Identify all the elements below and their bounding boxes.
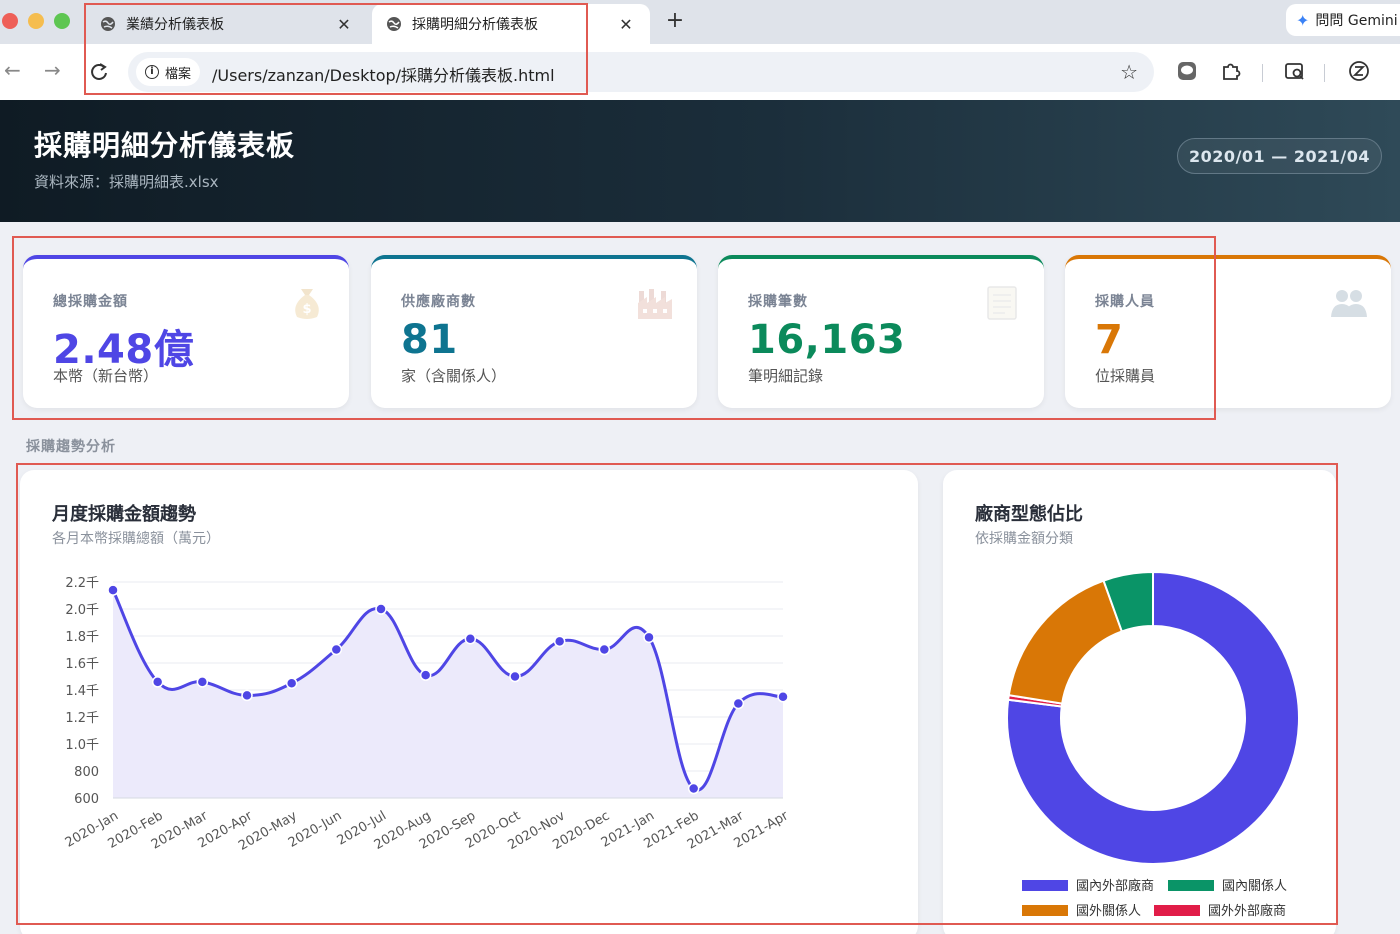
data-point[interactable] bbox=[285, 677, 298, 689]
profile-extension-icon[interactable] bbox=[1348, 60, 1370, 82]
kpi-label: 採購筆數 bbox=[748, 294, 808, 310]
tab-procurement-dashboard[interactable]: 採購明細分析儀表板 ✕ bbox=[372, 4, 650, 44]
tab-title: 業績分析儀表板 bbox=[126, 17, 224, 33]
data-point[interactable] bbox=[196, 676, 209, 688]
globe-icon bbox=[101, 17, 115, 31]
supplier-type-card: 廠商型態佔比 依採購金額分類 國內外部廠商 國內關係人 國外關係人 國外外部廠商 bbox=[943, 470, 1336, 934]
kpi-value: 16,163 bbox=[748, 317, 906, 363]
legend-label: 國內關係人 bbox=[1222, 879, 1287, 894]
legend-label: 國外關係人 bbox=[1076, 904, 1141, 919]
kpi-card-record-count: 採購筆數 16,163 筆明細記錄 bbox=[718, 255, 1044, 408]
monthly-trend-card: 月度採購金額趨勢 各月本幣採購總額（萬元） 600 800 1.0千 1.2千 1.4千… bbox=[20, 470, 918, 934]
url-text: /Users/zanzan/Desktop/採購分析儀表板.html bbox=[212, 66, 555, 85]
page-title: 採購明細分析儀表板 bbox=[34, 129, 296, 162]
info-icon: i bbox=[144, 65, 159, 79]
kpi-label: 供應廠商數 bbox=[401, 294, 476, 310]
data-point[interactable] bbox=[598, 643, 611, 656]
reload-icon[interactable] bbox=[88, 61, 110, 83]
tab-sales-dashboard[interactable]: 業績分析儀表板 ✕ bbox=[86, 4, 368, 44]
y-tick-label: 600 bbox=[74, 792, 99, 807]
kpi-label: 採購人員 bbox=[1095, 294, 1155, 310]
kpi-label: 總採購金額 bbox=[53, 294, 128, 310]
data-point[interactable] bbox=[777, 691, 789, 703]
kpi-sub: 家（含關係人） bbox=[401, 367, 507, 385]
tab-title: 採購明細分析儀表板 bbox=[412, 17, 538, 33]
legend-label: 國內外部廠商 bbox=[1076, 878, 1154, 894]
data-point[interactable] bbox=[509, 670, 521, 683]
legend-swatch bbox=[1154, 905, 1200, 916]
gemini-label: 問問 Gemini bbox=[1315, 13, 1398, 29]
data-point[interactable] bbox=[687, 782, 700, 795]
close-tab-icon[interactable]: ✕ bbox=[334, 15, 354, 34]
dashboard-header: 採購明細分析儀表板 資料來源：採購明細表.xlsx 2020/01 — 2021… bbox=[0, 100, 1400, 222]
file-label: 檔案 bbox=[164, 66, 191, 82]
people-icon bbox=[1331, 290, 1367, 317]
globe-icon bbox=[387, 17, 401, 31]
kpi-card-supplier-count: 供應廠商數 81 家（含關係人） bbox=[371, 255, 697, 408]
document-icon bbox=[987, 286, 1017, 320]
y-tick-label: 1.4千 bbox=[65, 684, 99, 699]
back-arrow-icon[interactable]: ← bbox=[4, 58, 21, 82]
svg-text:$: $ bbox=[302, 302, 311, 317]
kpi-card-buyer-count: 採購人員 7 位採購員 bbox=[1065, 255, 1391, 408]
window-maximize-button[interactable] bbox=[54, 13, 70, 29]
data-point[interactable] bbox=[375, 603, 387, 615]
factory-icon bbox=[638, 289, 672, 319]
y-tick-label: 800 bbox=[74, 765, 99, 780]
kpi-sub: 筆明細記錄 bbox=[748, 367, 824, 385]
y-tick-label: 1.6千 bbox=[65, 657, 99, 672]
donut-slice[interactable] bbox=[1007, 579, 1124, 705]
section-title: 採購趨勢分析 bbox=[26, 439, 116, 455]
toolbar-divider bbox=[1324, 64, 1325, 82]
data-point[interactable] bbox=[419, 669, 432, 681]
data-point[interactable] bbox=[732, 697, 745, 710]
data-point[interactable] bbox=[464, 632, 477, 645]
forward-arrow-icon[interactable]: → bbox=[44, 58, 61, 82]
tab-search-icon[interactable] bbox=[1284, 60, 1306, 82]
kpi-value: 81 bbox=[401, 317, 458, 363]
data-point[interactable] bbox=[553, 635, 566, 648]
kpi-sub: 位採購員 bbox=[1095, 367, 1156, 385]
data-source-text: 資料來源：採購明細表.xlsx bbox=[34, 173, 219, 191]
window-minimize-button[interactable] bbox=[28, 13, 44, 29]
legend-swatch bbox=[1022, 880, 1068, 891]
ask-gemini-button[interactable]: ✦ 問問 Gemini bbox=[1286, 4, 1400, 36]
extensions-puzzle-icon[interactable] bbox=[1220, 60, 1242, 82]
kpi-value: 7 bbox=[1095, 317, 1124, 363]
browser-toolbar: ← → i 檔案 /Users/zanzan/Desktop/採購分析儀表板.h… bbox=[0, 44, 1400, 100]
new-tab-button[interactable]: + bbox=[664, 8, 686, 33]
toolbar-divider bbox=[1262, 64, 1263, 82]
y-tick-label: 1.8千 bbox=[65, 630, 99, 645]
y-tick-label: 2.2千 bbox=[65, 576, 99, 591]
legend-swatch bbox=[1168, 880, 1214, 891]
money-bag-icon: $ bbox=[295, 289, 319, 319]
legend-label: 國外外部廠商 bbox=[1208, 903, 1286, 919]
data-point[interactable] bbox=[330, 643, 343, 656]
line-extension-icon[interactable] bbox=[1176, 60, 1198, 82]
data-point[interactable] bbox=[643, 631, 655, 644]
y-tick-label: 2.0千 bbox=[65, 603, 99, 618]
legend-swatch bbox=[1022, 905, 1068, 916]
site-info-chip[interactable]: i 檔案 bbox=[136, 58, 200, 86]
monthly-trend-line-chart: 6008001.0千1.2千1.4千1.6千1.8千2.0千2.2千2020-J… bbox=[63, 576, 792, 854]
y-tick-label: 1.2千 bbox=[65, 711, 99, 726]
browser-tab-strip: 業績分析儀表板 ✕ 採購明細分析儀表板 ✕ + ✦ 問問 Gemini bbox=[0, 0, 1400, 44]
gemini-sparkle-icon: ✦ bbox=[1296, 10, 1310, 30]
y-tick-label: 1.0千 bbox=[65, 738, 99, 753]
data-point[interactable] bbox=[241, 689, 253, 702]
address-bar[interactable]: i 檔案 /Users/zanzan/Desktop/採購分析儀表板.html … bbox=[128, 52, 1154, 92]
data-point[interactable] bbox=[151, 676, 164, 688]
close-tab-icon[interactable]: ✕ bbox=[616, 15, 636, 34]
kpi-sub: 本幣（新台幣） bbox=[53, 367, 159, 385]
window-close-button[interactable] bbox=[2, 13, 18, 29]
data-point[interactable] bbox=[107, 584, 119, 596]
bookmark-star-icon[interactable]: ☆ bbox=[1120, 60, 1138, 84]
supplier-type-donut-chart: 國內外部廠商 國內關係人國外關係人 國外外部廠商 bbox=[1006, 570, 1300, 919]
kpi-card-total-amount: 總採購金額 2.48億 本幣（新台幣） $ bbox=[23, 255, 349, 408]
date-range-badge: 2020/01 — 2021/04 bbox=[1177, 138, 1382, 174]
